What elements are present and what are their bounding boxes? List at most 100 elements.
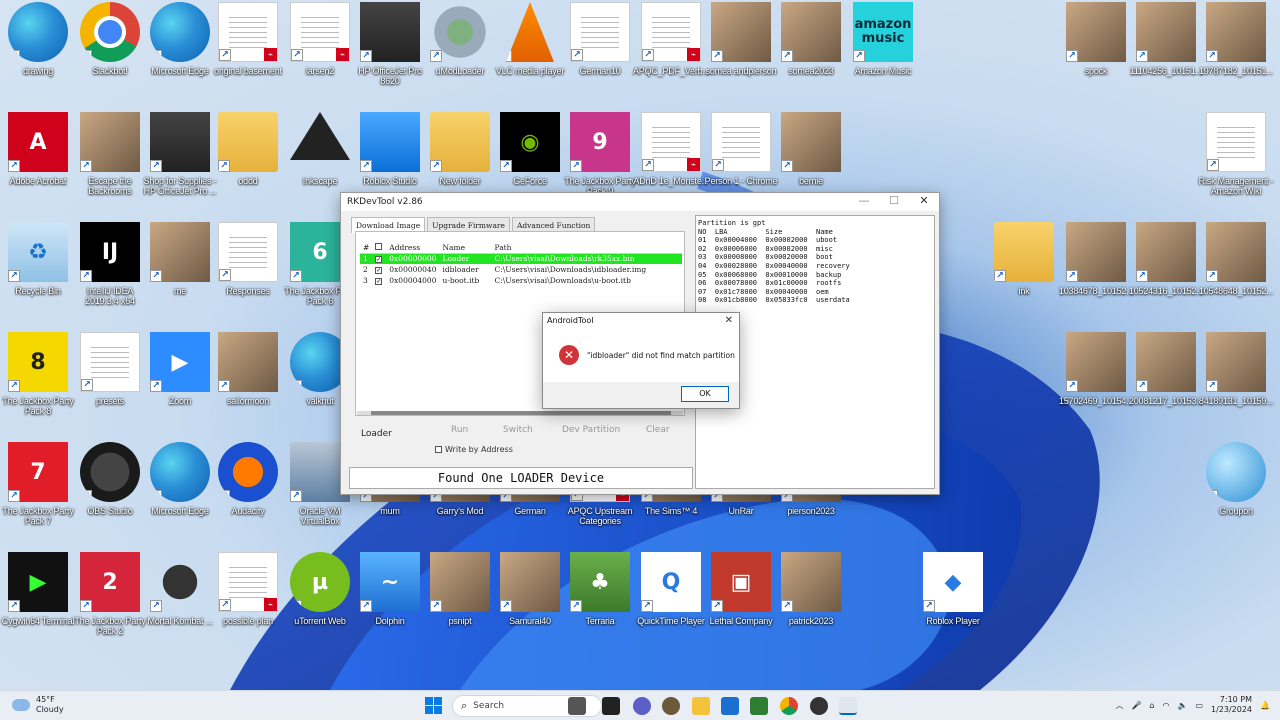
desktop-icon[interactable]: ▶ ↗ Cygwin64 Terminal xyxy=(0,552,76,626)
clear-button[interactable]: Clear xyxy=(646,425,670,435)
table-row[interactable]: 3 ✓ 0x00004000 u-boot.itb C:\Users\visai\Dow… xyxy=(360,275,682,286)
desktop-icon[interactable]: µ ↗ uTorrent Web xyxy=(282,552,358,626)
desktop-icon[interactable]: ↗ Escape the Backrooms xyxy=(72,112,148,196)
error-dialog[interactable]: AndroidTool ✕ ✕ "idbloader" did not find… xyxy=(542,312,740,409)
desktop-icon[interactable]: ↗ OBS Studio xyxy=(72,442,148,516)
desktop-icon[interactable]: ↗ patrick2023 xyxy=(773,552,849,626)
col-check[interactable] xyxy=(372,242,387,254)
desktop-icon[interactable]: ▣ ↗ Lethal Company xyxy=(703,552,779,626)
desktop-icon[interactable]: 9 ↗ The Jackbox Party Pack 9 xyxy=(562,112,638,196)
desktop-icon[interactable]: ⌁ ↗ APQC_PDF_Verb... xyxy=(633,2,710,76)
desktop-icon[interactable]: ↗ New folder xyxy=(422,112,498,186)
chevron-up-icon[interactable]: ︿ xyxy=(1115,700,1123,711)
table-scrollbar[interactable] xyxy=(357,411,683,415)
file-explorer-icon[interactable] xyxy=(692,697,710,715)
desktop-icon[interactable]: 8 ↗ The Jackbox Party Pack 8 xyxy=(0,332,76,416)
desktop-icon[interactable]: 7 ↗ The Jackbox Party Pack 7 xyxy=(0,442,76,526)
desktop-icon[interactable]: ↗ somea andpierson xyxy=(703,2,779,76)
desktop-icon[interactable]: ⌁ ↗ original basement xyxy=(210,2,286,76)
chrome-taskbar-icon[interactable] xyxy=(780,697,798,715)
desktop-icon[interactable]: ↗ 20081217_10153... xyxy=(1128,332,1204,406)
wifi-icon[interactable]: ◠ xyxy=(1162,701,1169,710)
row-path[interactable]: C:\Users\visai\Downloads\idbloader.img xyxy=(491,264,682,275)
desktop-icon[interactable]: ⌁ ↗ possible plan xyxy=(210,552,286,626)
switch-button[interactable]: Switch xyxy=(503,425,533,435)
desktop-icon[interactable]: amazon music ↗ Amazon Music xyxy=(845,2,921,76)
minimize-button[interactable]: — xyxy=(849,194,879,207)
desktop-icon[interactable]: ▶ ↗ Zoom xyxy=(142,332,218,406)
desktop-icon[interactable]: A ↗ Adobe Acrobat xyxy=(0,112,76,186)
taskbar-app-brown-icon[interactable] xyxy=(662,697,680,715)
desktop-icon[interactable]: ↗ 11104256_10151... xyxy=(1128,2,1204,76)
desktop-icon[interactable]: ↗ HP OfficeJet Pro 8620 xyxy=(352,2,428,86)
desktop-icon[interactable]: ↗ Risk Management - Amazon Wiki xyxy=(1198,112,1274,196)
windows-start-icon[interactable] xyxy=(425,697,442,714)
desktop-icon[interactable]: ↗ Responses xyxy=(210,222,286,296)
rkdevtool-taskbar-icon[interactable] xyxy=(839,697,857,715)
battery-icon[interactable]: ▭ xyxy=(1195,701,1203,710)
desktop-icon[interactable]: ⌁ ↗ ADnD 1e_Monste... xyxy=(633,112,709,186)
desktop-icon[interactable]: ↗ 10524316_10152... xyxy=(1128,222,1204,296)
desktop-icon[interactable]: ↗ Mortal Kombat ... xyxy=(142,552,218,626)
desktop-icon[interactable]: ↗ Inkscape xyxy=(282,112,358,186)
desktop-icon[interactable]: ↗ Groupon xyxy=(1198,442,1274,516)
desktop-icon[interactable]: ↗ ink xyxy=(986,222,1062,296)
ok-button[interactable]: OK xyxy=(681,386,729,402)
desktop-icon[interactable]: ♣ ↗ Terraria xyxy=(562,552,638,626)
desktop-icon[interactable]: ↗ somea2023 xyxy=(773,2,849,76)
desktop-icon[interactable]: ↗ Microsoft Edge xyxy=(142,2,218,76)
desktop-icon[interactable]: ↗ 15702469_10154... xyxy=(1058,332,1134,406)
desktop-icon[interactable]: ↗ German10 xyxy=(562,2,638,76)
row-checkbox[interactable]: ✓ xyxy=(375,267,383,274)
teams-icon[interactable] xyxy=(633,697,651,715)
notification-icon[interactable]: 🔔 xyxy=(1260,701,1270,710)
desktop-icon[interactable]: ↗ bernie xyxy=(773,112,849,186)
rk-titlebar[interactable]: RKDevTool v2.86 — ☐ ✕ xyxy=(341,193,939,211)
taskbar-app-dark-icon[interactable] xyxy=(810,697,828,715)
run-button[interactable]: Run xyxy=(451,425,468,435)
clock[interactable]: 7:10 PM 1/23/2024 xyxy=(1211,695,1252,715)
desktop-icon[interactable]: ↗ Roblox Studio xyxy=(352,112,428,186)
desktop-icon[interactable]: ♻ ↗ Recycle Bin xyxy=(0,222,76,296)
desktop-icon[interactable]: ⌁ ↗ larsen2 xyxy=(282,2,358,76)
maximize-button[interactable]: ☐ xyxy=(879,194,909,207)
desktop-icon[interactable]: ↗ psnipt xyxy=(422,552,498,626)
row-checkbox[interactable]: ✓ xyxy=(375,256,383,264)
desktop-icon[interactable]: ◆ ↗ Roblox Player xyxy=(915,552,991,626)
dialog-close-icon[interactable]: ✕ xyxy=(725,315,733,326)
desktop-icon[interactable]: ↗ me xyxy=(142,222,218,296)
volume-icon[interactable]: 🔈 xyxy=(1177,701,1187,710)
row-path[interactable]: C:\Users\visai\Downloads\u-boot.itb xyxy=(491,275,682,286)
desktop-icon[interactable]: ↗ VLC media player xyxy=(492,2,568,76)
mic-icon[interactable]: 🎤 xyxy=(1131,701,1141,710)
desktop-icon[interactable]: ↗ Samurai40 xyxy=(492,552,568,626)
desktop-icon[interactable]: ↗ presets xyxy=(72,332,148,406)
desktop-icon[interactable]: ↗ Microsoft Edge xyxy=(142,442,218,516)
taskbar-app-green-icon[interactable] xyxy=(750,697,768,715)
dev-partition-button[interactable]: Dev Partition xyxy=(562,425,620,435)
taskbar-app-photo-icon[interactable] xyxy=(568,697,586,715)
desktop-icon[interactable]: ↗ oddd xyxy=(210,112,286,186)
row-path[interactable]: C:\Users\visai\Downloads\rk35xx.bin xyxy=(491,253,682,264)
store-icon[interactable] xyxy=(721,697,739,715)
desktop-icon[interactable]: Q ↗ QuickTime Player xyxy=(633,552,709,626)
checkbox-all[interactable] xyxy=(375,242,383,250)
desktop-icon[interactable]: ↗ Person 1 - Chrome xyxy=(703,112,779,186)
write-by-address-checkbox[interactable] xyxy=(435,446,442,453)
desktop-icon[interactable]: ↗ 19787182_10151... xyxy=(1198,2,1274,76)
weather-widget[interactable]: 45°F Cloudy xyxy=(12,695,64,715)
row-checkbox[interactable]: ✓ xyxy=(375,278,383,285)
desktop-icon[interactable]: ↗ Slackbot! xyxy=(72,2,148,76)
close-button[interactable]: ✕ xyxy=(909,194,939,207)
desktop-icon[interactable]: ↗ drawing xyxy=(0,2,76,76)
desktop-icon[interactable]: ↗ uModLoader xyxy=(422,2,498,76)
write-by-address[interactable]: Write by Address xyxy=(435,445,513,454)
table-row[interactable]: 2 ✓ 0x00000040 idbloader C:\Users\visai\Down… xyxy=(360,264,682,275)
desktop-icon[interactable]: ◉ ↗ GeForce xyxy=(492,112,568,186)
desktop-icon[interactable]: ↗ sailormoon xyxy=(210,332,286,406)
table-row[interactable]: 1 ✓ 0x00000000 Loader C:\Users\visai\Downloa… xyxy=(360,253,682,264)
desktop-icon[interactable]: ↗ 10384678_10152... xyxy=(1058,222,1134,296)
network-icon[interactable]: ⌂ xyxy=(1149,701,1154,710)
desktop-icon[interactable]: ↗ 84189131_10159... xyxy=(1198,332,1274,406)
desktop-icon[interactable]: 2 ↗ The Jackbox Party Pack 2 xyxy=(72,552,148,636)
